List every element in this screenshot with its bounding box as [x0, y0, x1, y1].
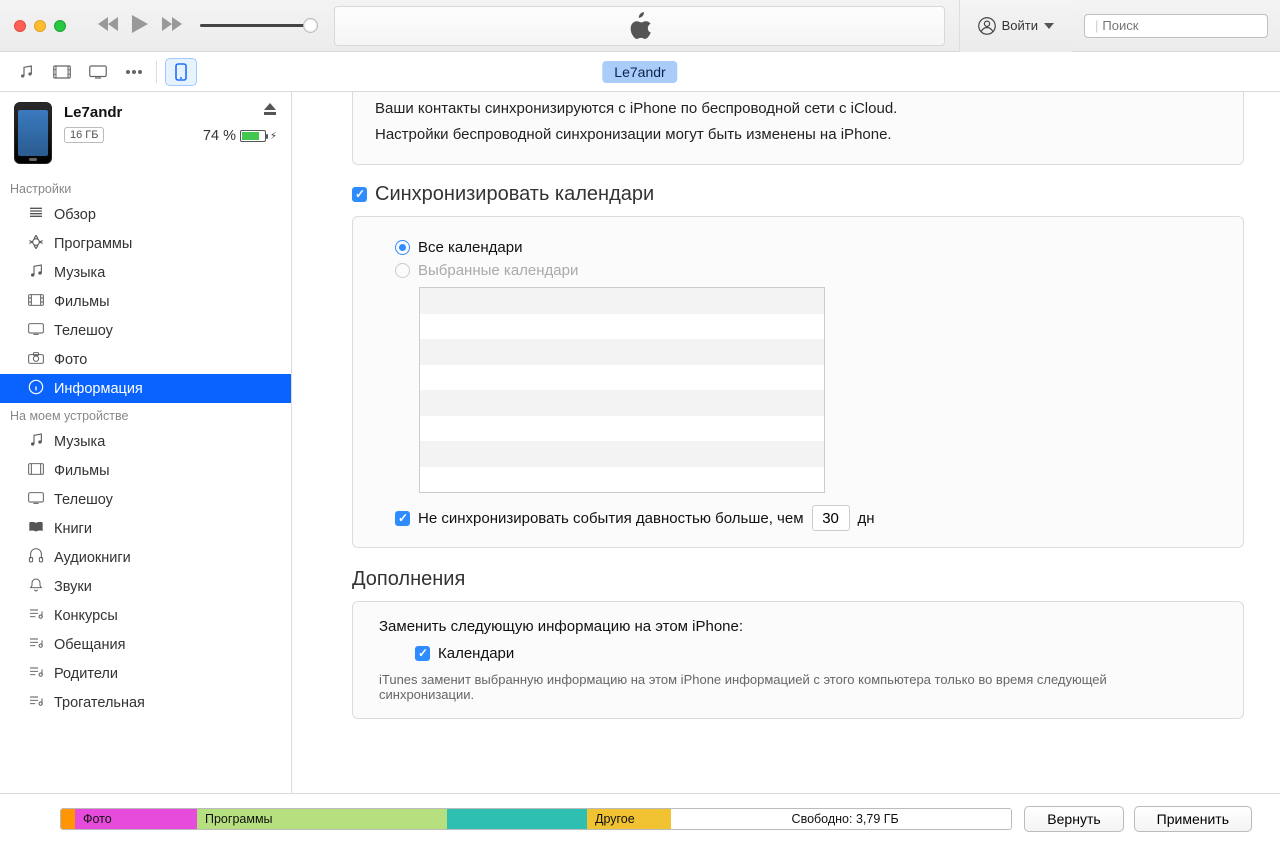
minimize-window-icon[interactable]: [34, 20, 46, 32]
signin-button[interactable]: Войти: [959, 0, 1072, 52]
rewind-icon[interactable]: [98, 17, 118, 34]
window-controls: [14, 20, 66, 32]
ondevice-playlist-1[interactable]: Конкурсы: [0, 601, 291, 630]
volume-control[interactable]: [200, 24, 310, 27]
library-toolbar: Le7andr: [0, 52, 1280, 92]
calendar-list: [419, 287, 825, 493]
limit-events-checkbox[interactable]: [395, 511, 410, 526]
storage-bar: Фото Программы Другое Свободно: 3,79 ГБ …: [0, 793, 1280, 843]
sidebar: Le7andr 16 ГБ 74 % ⚡︎ Настройки Обзор Пр…: [0, 92, 292, 793]
addons-footnote: iTunes заменит выбранную информацию на э…: [379, 672, 1139, 702]
sidebar-section-settings: Настройки: [0, 176, 291, 200]
device-thumbnail: [14, 102, 52, 164]
addons-heading: Дополнения: [352, 568, 1244, 591]
ondevice-tvshows[interactable]: Телешоу: [0, 485, 291, 514]
sidebar-item-photos[interactable]: Фото: [0, 345, 291, 374]
play-icon[interactable]: [132, 15, 148, 36]
zoom-window-icon[interactable]: [54, 20, 66, 32]
sidebar-item-music[interactable]: Музыка: [0, 258, 291, 287]
replace-calendars-checkbox[interactable]: [415, 646, 430, 661]
calendars-all-row[interactable]: Все календари: [395, 239, 1221, 256]
titlebar: Войти |: [0, 0, 1280, 52]
segment-apps: Программы: [197, 809, 447, 829]
ondevice-tones[interactable]: Звуки: [0, 572, 291, 601]
all-calendars-radio[interactable]: [395, 240, 410, 255]
search-field[interactable]: |: [1084, 14, 1268, 38]
charging-icon: ⚡︎: [270, 131, 277, 142]
revert-button[interactable]: Вернуть: [1024, 806, 1123, 832]
sidebar-item-tvshows[interactable]: Телешоу: [0, 316, 291, 345]
ondevice-books[interactable]: Книги: [0, 514, 291, 543]
segment-free: Свободно: 3,79 ГБ: [671, 809, 1011, 829]
sync-calendars-checkbox[interactable]: [352, 187, 367, 202]
device-summary: Le7andr 16 ГБ 74 % ⚡︎: [0, 92, 291, 176]
ondevice-audiobooks[interactable]: Аудиокниги: [0, 543, 291, 572]
battery-status: 74 % ⚡︎: [203, 128, 277, 144]
chevron-down-icon: [1044, 23, 1054, 29]
segment-photos-tiny: [61, 809, 75, 829]
device-capacity: 16 ГБ: [64, 127, 104, 143]
close-window-icon[interactable]: [14, 20, 26, 32]
signin-label: Войти: [1002, 18, 1038, 33]
selected-calendars-radio[interactable]: [395, 263, 410, 278]
sidebar-section-ondevice: На моем устройстве: [0, 403, 291, 427]
apply-button[interactable]: Применить: [1134, 806, 1252, 832]
sidebar-item-apps[interactable]: Программы: [0, 229, 291, 258]
event-age-limit-row: Не синхронизировать события давностью бо…: [395, 505, 1221, 531]
now-playing-lcd: [334, 6, 945, 46]
eject-icon[interactable]: [263, 102, 277, 120]
replace-question: Заменить следующую информацию на этом iP…: [379, 618, 1221, 635]
ondevice-movies[interactable]: Фильмы: [0, 456, 291, 485]
apple-logo-icon: [627, 12, 651, 40]
icloud-info-panel: Ваши контакты синхронизируются с iPhone …: [352, 92, 1244, 165]
volume-knob[interactable]: [303, 18, 318, 33]
segment-photos-label: Фото: [75, 809, 189, 829]
limit-days-input[interactable]: [812, 505, 850, 531]
sidebar-item-movies[interactable]: Фильмы: [0, 287, 291, 316]
sidebar-item-info[interactable]: Информация: [0, 374, 291, 403]
fastforward-icon[interactable]: [162, 17, 182, 34]
sidebar-item-overview[interactable]: Обзор: [0, 200, 291, 229]
ondevice-playlist-4[interactable]: Трогательная: [0, 688, 291, 717]
ondevice-playlist-3[interactable]: Родители: [0, 659, 291, 688]
user-icon: [978, 17, 996, 35]
search-divider: |: [1095, 18, 1098, 33]
segment-other: Другое: [587, 809, 671, 829]
ondevice-music[interactable]: Музыка: [0, 427, 291, 456]
calendar-sync-heading: Синхронизировать календари: [352, 183, 1244, 206]
storage-segments: Фото Программы Другое Свободно: 3,79 ГБ: [60, 808, 1012, 830]
music-tab-icon[interactable]: [14, 60, 38, 84]
device-tab-button[interactable]: [165, 58, 197, 86]
replace-calendars-row: Календари: [415, 645, 1221, 662]
main-content: Ваши контакты синхронизируются с iPhone …: [292, 92, 1280, 793]
info-line-2: Настройки беспроводной синхронизации мог…: [375, 122, 1221, 148]
device-name: Le7andr: [64, 104, 191, 121]
addons-panel: Заменить следующую информацию на этом iP…: [352, 601, 1244, 719]
info-line-1: Ваши контакты синхронизируются с iPhone …: [375, 96, 1221, 122]
search-input[interactable]: [1102, 18, 1278, 33]
ondevice-playlist-2[interactable]: Обещания: [0, 630, 291, 659]
tvshows-tab-icon[interactable]: [86, 60, 110, 84]
movies-tab-icon[interactable]: [50, 60, 74, 84]
playback-controls: [98, 15, 182, 36]
calendars-selected-row[interactable]: Выбранные календари: [395, 262, 1221, 279]
more-tab-icon[interactable]: [122, 60, 146, 84]
segment-teal: [447, 809, 587, 829]
calendar-sync-panel: Все календари Выбранные календари Не син…: [352, 216, 1244, 548]
device-breadcrumb[interactable]: Le7andr: [602, 61, 677, 83]
